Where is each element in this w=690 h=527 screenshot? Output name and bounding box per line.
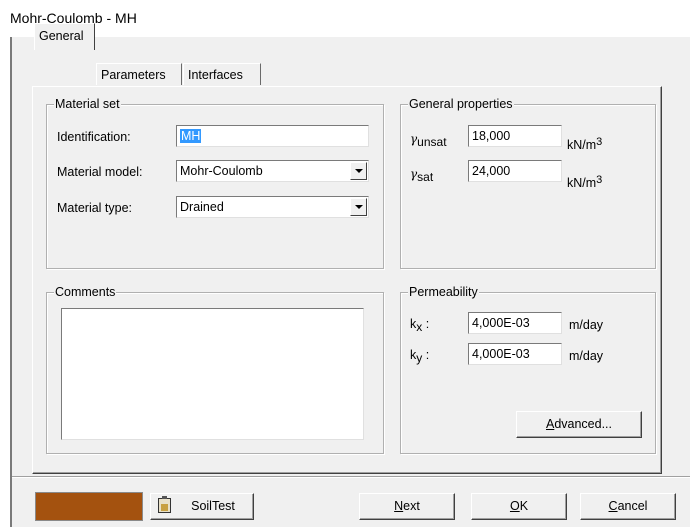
kx-label: kx : [410, 316, 429, 335]
ok-accel: O [509, 499, 520, 513]
ok-label: K [519, 499, 529, 513]
tab-general[interactable]: General [34, 23, 95, 50]
identification-input[interactable]: MH [176, 125, 369, 147]
gamma-unsat-value: 18,000 [472, 129, 511, 143]
ok-button[interactable]: OK [471, 493, 567, 520]
next-button[interactable]: Next [359, 493, 455, 520]
gamma-sat-unit: kN/m3 [567, 172, 602, 191]
gamma-unsat-label: γunsat [410, 131, 447, 150]
ky-value: 4,000E-03 [472, 347, 530, 361]
next-accel: N [394, 499, 404, 513]
cancel-label: ancel [617, 499, 648, 513]
gamma-unsat-subscript: unsat [417, 135, 447, 149]
kx-value: 4,000E-03 [472, 316, 530, 330]
cancel-accel: C [608, 499, 618, 513]
kx-colon: : [422, 317, 430, 331]
gamma-unsat-unit-base: kN/m [567, 138, 597, 152]
tab-general-label: General [39, 29, 84, 43]
gamma-unsat-input[interactable]: 18,000 [468, 125, 562, 147]
tab-parameters[interactable]: Parameters [96, 63, 182, 85]
gamma-sat-label: γsat [410, 166, 433, 185]
material-color-swatch[interactable] [35, 492, 143, 521]
tab-interfaces[interactable]: Interfaces [183, 63, 261, 85]
material-model-value: Mohr-Coulomb [180, 164, 263, 178]
material-type-value: Drained [180, 200, 224, 214]
material-type-label: Material type: [57, 201, 133, 215]
ky-colon: : [422, 348, 430, 362]
material-type-dropdown-icon[interactable] [350, 198, 367, 216]
ky-unit: m/day [569, 349, 604, 363]
kx-unit: m/day [569, 318, 604, 332]
general-properties-title: General properties [408, 97, 514, 111]
permeability-title: Permeability [408, 285, 479, 299]
comments-textarea[interactable] [61, 308, 364, 440]
kx-input[interactable]: 4,000E-03 [468, 312, 562, 334]
material-set-title: Material set [54, 97, 121, 111]
gamma-sat-subscript: sat [417, 170, 434, 184]
gamma-sat-value: 24,000 [472, 164, 511, 178]
material-model-dropdown-icon[interactable] [350, 162, 367, 180]
gamma-sat-unit-base: kN/m [567, 176, 597, 190]
gamma-sat-input[interactable]: 24,000 [468, 160, 562, 182]
gamma-sat-unit-exp: 3 [596, 174, 603, 186]
soiltest-label: SoilTest [191, 499, 235, 513]
tab-interfaces-label: Interfaces [188, 68, 243, 82]
ky-input[interactable]: 4,000E-03 [468, 343, 562, 365]
ky-label: ky : [410, 347, 429, 366]
material-type-select[interactable]: Drained [176, 196, 369, 218]
cancel-button[interactable]: Cancel [580, 493, 676, 520]
comments-title: Comments [54, 285, 117, 299]
material-model-label: Material model: [57, 165, 143, 179]
soiltest-icon [158, 496, 171, 513]
footer-divider [12, 476, 690, 478]
identification-value: MH [180, 129, 202, 143]
gamma-unsat-unit: kN/m3 [567, 134, 602, 153]
identification-label: Identification: [57, 130, 131, 144]
material-model-select[interactable]: Mohr-Coulomb [176, 160, 369, 182]
window-title: Mohr-Coulomb - MH [0, 0, 690, 37]
next-label: ext [403, 499, 420, 513]
soiltest-button[interactable]: SoilTest [150, 493, 254, 520]
tab-parameters-label: Parameters [101, 68, 166, 82]
advanced-button[interactable]: Advanced... [516, 411, 642, 438]
gamma-unsat-unit-exp: 3 [596, 136, 603, 148]
advanced-label: dvanced... [554, 417, 613, 431]
